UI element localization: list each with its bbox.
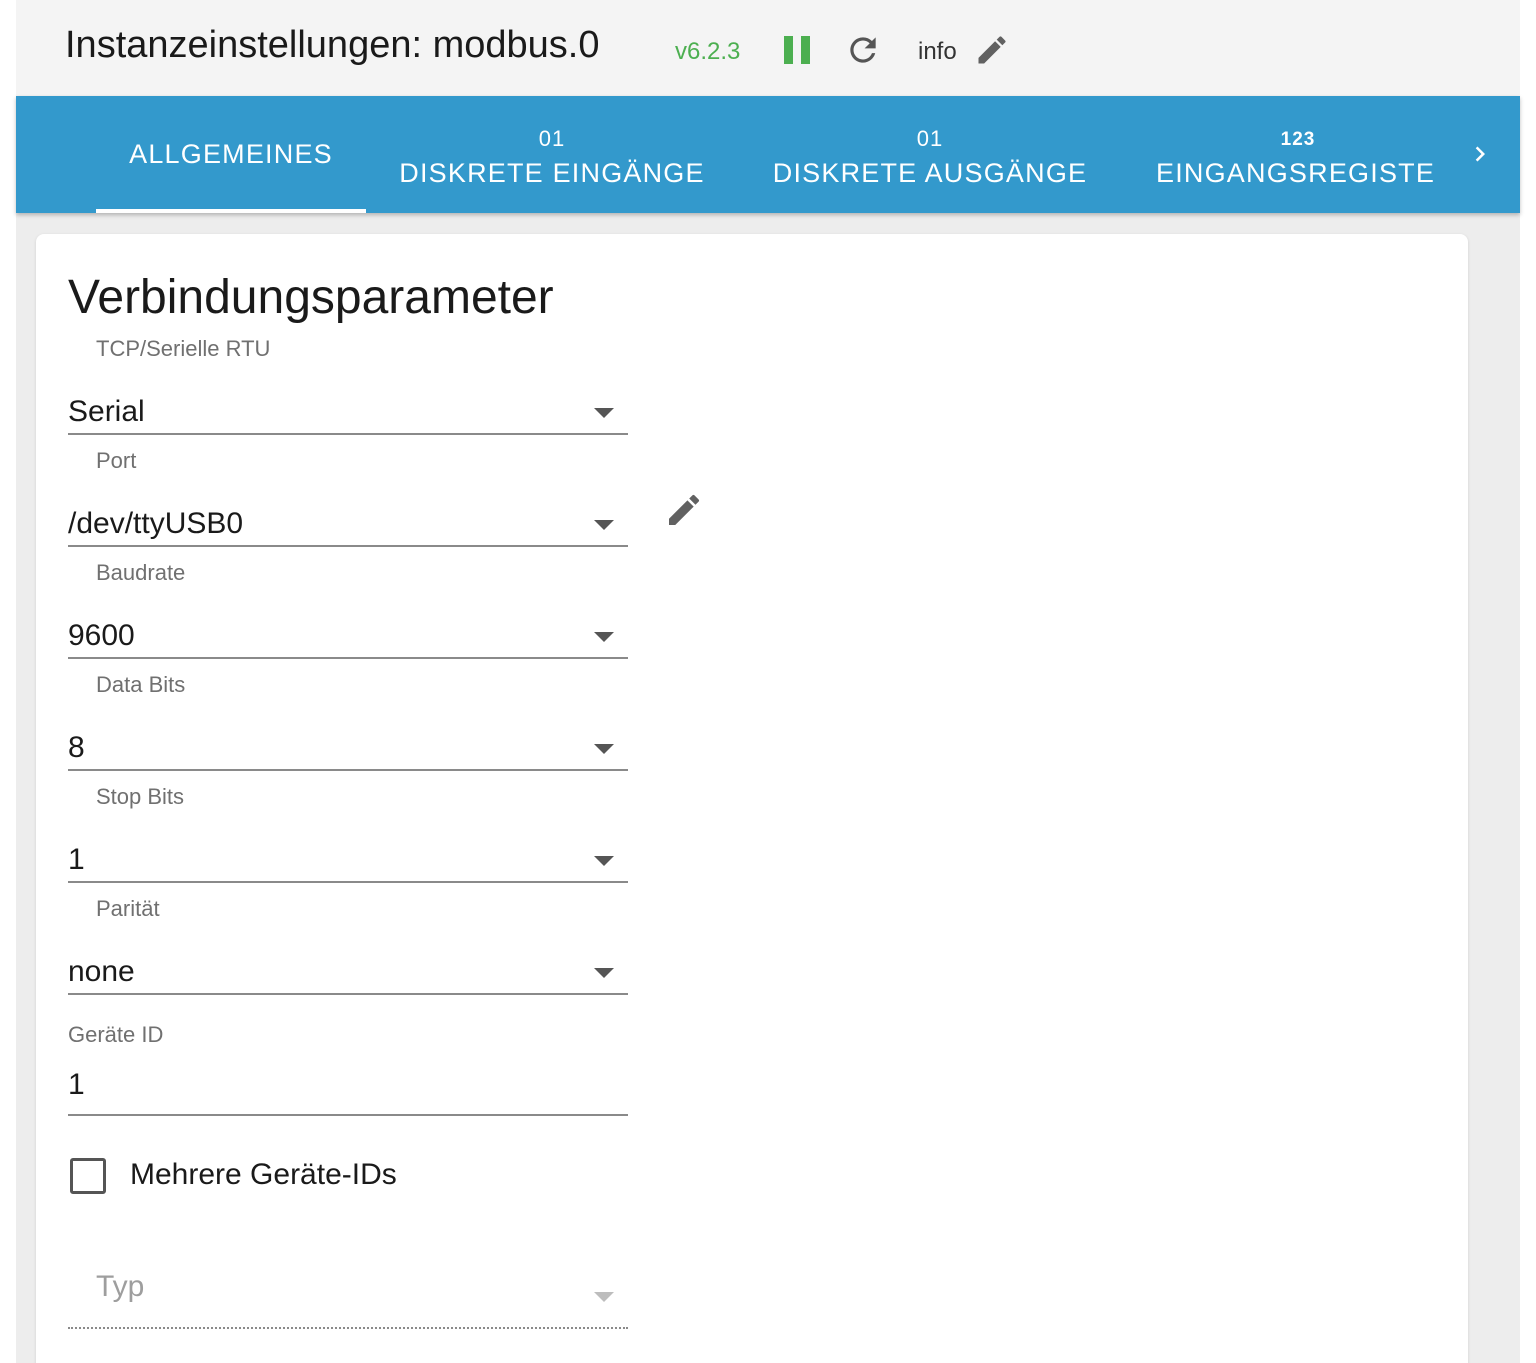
chevron-right-icon[interactable] [1465, 138, 1495, 170]
device-id-input[interactable]: 1 [68, 1068, 85, 1102]
parity-select[interactable]: Parität none [68, 896, 628, 1008]
field-label: Port [96, 448, 137, 473]
tab-diskrete-eingaenge[interactable]: 01 DISKRETE EINGÄNGE [382, 96, 722, 213]
field-value: none [68, 955, 135, 988]
field-underline [68, 545, 628, 547]
dropdown-arrow-icon[interactable] [594, 408, 614, 418]
pause-icon[interactable] [784, 36, 810, 64]
field-label: TCP/Serielle RTU [96, 336, 271, 361]
checkbox-box[interactable] [70, 1158, 106, 1194]
field-underline [68, 657, 628, 659]
field-label: Stop Bits [96, 784, 185, 809]
page-title: Instanzeinstellungen: modbus.0 [65, 24, 600, 66]
field-label: Geräte ID [68, 1022, 164, 1047]
type-select[interactable]: Typ [68, 1264, 628, 1334]
field-value: 8 [68, 731, 85, 764]
port-edit-pencil-icon[interactable] [664, 490, 704, 530]
baudrate-select[interactable]: Baudrate 9600 [68, 560, 628, 672]
data-bits-select[interactable]: Data Bits 8 [68, 672, 628, 784]
field-underline [68, 881, 628, 883]
dropdown-arrow-icon[interactable] [594, 856, 614, 866]
pencil-icon[interactable] [974, 32, 1010, 68]
port-select[interactable]: Port /dev/ttyUSB0 [68, 448, 628, 560]
info-link[interactable]: info [918, 38, 957, 66]
numeric-icon: 123 [1280, 129, 1316, 150]
pause-bar-right [801, 36, 810, 64]
device-id-field[interactable]: Geräte ID 1 [68, 1020, 628, 1120]
field-underline-dotted [68, 1327, 628, 1329]
connection-type-select[interactable]: TCP/Serielle RTU Serial [68, 336, 628, 448]
dropdown-arrow-icon[interactable] [594, 520, 614, 530]
field-value: /dev/ttyUSB0 [68, 507, 244, 540]
tab-eingangsregister[interactable]: 123 EINGANGSREGISTE [1140, 96, 1456, 213]
pause-bar-left [784, 36, 793, 64]
tab-label: ALLGEMEINES [129, 139, 333, 169]
active-tab-indicator [96, 209, 366, 213]
settings-card: Verbindungsparameter TCP/Serielle RTU Se… [36, 234, 1468, 1363]
tab-label: DISKRETE EINGÄNGE [399, 158, 705, 188]
instance-header: Instanzeinstellungen: modbus.0 v6.2.3 in… [16, 0, 1520, 96]
tab-bar: ALLGEMEINES 01 DISKRETE EINGÄNGE 01 DISK… [16, 96, 1520, 213]
type-placeholder: Typ [96, 1270, 145, 1303]
field-value: Serial [68, 395, 145, 428]
field-value: 9600 [68, 619, 135, 652]
version-badge: v6.2.3 [675, 38, 741, 65]
stop-bits-select[interactable]: Stop Bits 1 [68, 784, 628, 896]
checkbox-label: Mehrere Geräte-IDs [130, 1158, 397, 1191]
binary-icon: 01 [538, 126, 566, 151]
reload-icon[interactable] [844, 31, 882, 69]
field-underline [68, 1114, 628, 1116]
field-label: Baudrate [96, 560, 186, 585]
tab-label: EINGANGSREGISTE [1156, 158, 1436, 188]
field-label: Data Bits [96, 672, 186, 697]
field-underline [68, 993, 628, 995]
dropdown-arrow-icon[interactable] [594, 632, 614, 642]
dropdown-arrow-icon[interactable] [594, 968, 614, 978]
field-underline [68, 769, 628, 771]
tab-diskrete-ausgaenge[interactable]: 01 DISKRETE AUSGÄNGE [756, 96, 1104, 213]
section-title: Verbindungsparameter [68, 271, 554, 324]
field-label: Parität [96, 896, 160, 921]
dropdown-arrow-icon[interactable] [594, 744, 614, 754]
tab-allgemeines[interactable]: ALLGEMEINES [96, 96, 366, 213]
binary-icon: 01 [916, 126, 944, 151]
multiple-device-ids-checkbox[interactable]: Mehrere Geräte-IDs [68, 1152, 668, 1200]
tab-label: DISKRETE AUSGÄNGE [772, 158, 1088, 188]
dropdown-arrow-icon[interactable] [594, 1292, 614, 1302]
field-underline [68, 433, 628, 435]
field-value: 1 [68, 843, 85, 876]
